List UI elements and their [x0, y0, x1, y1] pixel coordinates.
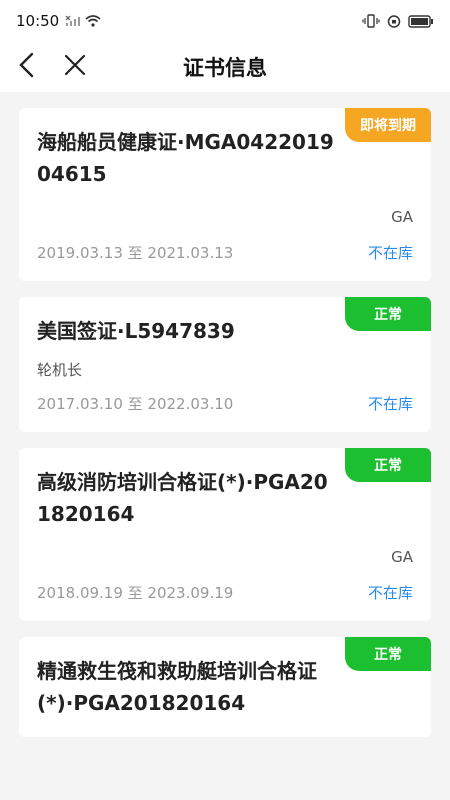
certificate-role: 轮机长	[37, 361, 83, 379]
back-button[interactable]	[12, 50, 42, 80]
certificate-issuer: GA	[391, 548, 413, 566]
close-button[interactable]	[60, 50, 90, 80]
certificate-card[interactable]: 即将到期 海船船员健康证·MGA042201904615 GA 2019.03.…	[19, 108, 431, 281]
certificate-card[interactable]: 正常 精通救生筏和救助艇培训合格证(*)·PGA201820164	[19, 637, 431, 737]
battery-icon	[408, 14, 433, 28]
alarm-icon	[387, 15, 401, 28]
status-time: 10:50	[16, 12, 60, 30]
status-bar: 10:50	[0, 0, 450, 42]
signal-icon	[65, 15, 81, 26]
wifi-icon	[85, 15, 101, 27]
certificate-title: 美国签证·L5947839	[37, 319, 235, 343]
status-badge: 正常	[345, 448, 431, 482]
certificate-title: 精通救生筏和救助艇培训合格证(*)·PGA201820164	[37, 659, 317, 715]
certificate-issuer: GA	[391, 208, 413, 226]
status-badge: 正常	[345, 637, 431, 671]
nav-bar: 证书信息	[0, 42, 450, 92]
validity-dates: 2019.03.13 至 2021.03.13	[37, 244, 234, 262]
certificate-card[interactable]: 正常 美国签证·L5947839 轮机长 2017.03.10 至 2022.0…	[19, 297, 431, 432]
validity-dates: 2017.03.10 至 2022.03.10	[37, 395, 234, 413]
storage-status: 不在库	[367, 244, 413, 262]
storage-status: 不在库	[367, 584, 413, 602]
certificate-title: 高级消防培训合格证(*)·PGA201820164	[37, 470, 328, 526]
status-badge: 正常	[345, 297, 431, 331]
close-icon	[64, 54, 86, 76]
validity-dates: 2018.09.19 至 2023.09.19	[37, 584, 234, 602]
certificate-list: 即将到期 海船船员健康证·MGA042201904615 GA 2019.03.…	[0, 92, 450, 800]
certificate-card[interactable]: 正常 高级消防培训合格证(*)·PGA201820164 GA 2018.09.…	[19, 448, 431, 621]
chevron-left-icon	[19, 52, 34, 78]
vibrate-icon	[362, 14, 380, 28]
status-badge: 即将到期	[345, 108, 431, 142]
storage-status: 不在库	[367, 395, 413, 413]
certificate-title: 海船船员健康证·MGA042201904615	[37, 130, 334, 186]
